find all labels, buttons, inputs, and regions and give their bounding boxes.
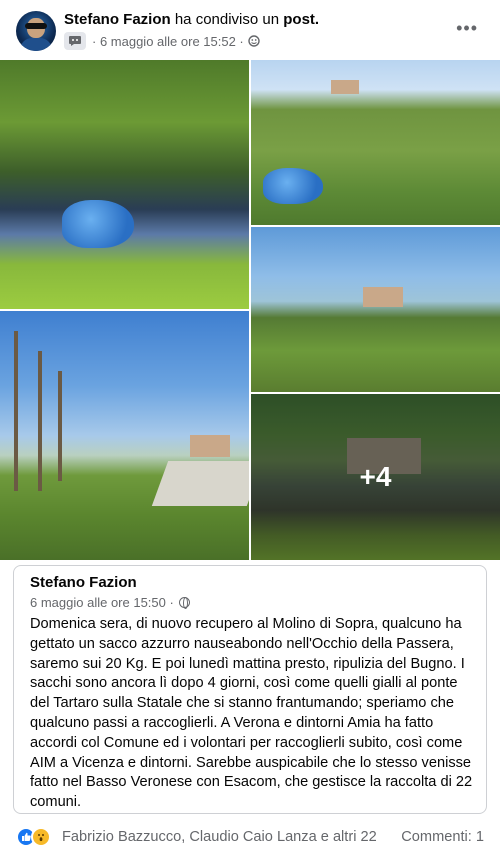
friends-icon[interactable] bbox=[248, 35, 260, 47]
post-meta: · 6 maggio alle ore 15:52 · bbox=[64, 32, 260, 50]
more-photos-count[interactable]: +4 bbox=[251, 394, 500, 560]
building bbox=[363, 287, 403, 307]
photo-3[interactable] bbox=[251, 227, 500, 392]
road bbox=[151, 461, 249, 506]
comments-count[interactable]: Commenti: 1 bbox=[401, 829, 484, 845]
photo-grid: +4 bbox=[0, 60, 500, 560]
post-footer: Fabrizio Bazzucco, Claudio Caio Lanza e … bbox=[0, 822, 500, 855]
messenger-icon[interactable] bbox=[64, 32, 86, 50]
shared-meta: 6 maggio alle ore 15:50 · bbox=[30, 595, 190, 610]
photo-4[interactable] bbox=[0, 311, 249, 560]
reactors-list[interactable]: Fabrizio Bazzucco, Claudio Caio Lanza e … bbox=[62, 829, 377, 845]
avatar-shirt bbox=[20, 38, 52, 51]
avatar[interactable] bbox=[16, 11, 56, 51]
shared-text: Domenica sera, di nuovo recupero al Moli… bbox=[30, 616, 473, 811]
tree bbox=[14, 331, 18, 491]
photo-1[interactable] bbox=[0, 60, 249, 309]
post-header: Stefano Fazion ha condiviso un post. · 6… bbox=[0, 0, 500, 60]
avatar-glasses bbox=[25, 23, 47, 29]
shared-author[interactable]: Stefano Fazion bbox=[30, 574, 137, 591]
post-author[interactable]: Stefano Fazion bbox=[64, 11, 171, 28]
wow-icon bbox=[31, 827, 51, 847]
tree bbox=[38, 351, 42, 491]
post-timestamp[interactable]: · 6 maggio alle ore 15:52 · bbox=[92, 34, 244, 49]
building bbox=[190, 435, 230, 457]
globe-icon[interactable] bbox=[178, 597, 190, 609]
shared-post[interactable]: Stefano Fazion 6 maggio alle ore 15:50 ·… bbox=[13, 565, 487, 814]
trash-bag bbox=[263, 168, 323, 204]
post-header-title: Stefano Fazion ha condiviso un post. bbox=[64, 11, 319, 28]
trash-bag bbox=[62, 200, 134, 248]
photo-2[interactable] bbox=[251, 60, 500, 225]
more-options-icon[interactable]: ••• bbox=[456, 18, 478, 39]
tree bbox=[58, 371, 62, 481]
post-action: ha condiviso un bbox=[174, 11, 280, 28]
shared-timestamp[interactable]: 6 maggio alle ore 15:50 · bbox=[30, 595, 174, 610]
building bbox=[331, 80, 359, 94]
photo-5[interactable]: +4 bbox=[251, 394, 500, 560]
post-object-link[interactable]: post. bbox=[283, 11, 319, 28]
reaction-icons[interactable] bbox=[16, 827, 51, 847]
